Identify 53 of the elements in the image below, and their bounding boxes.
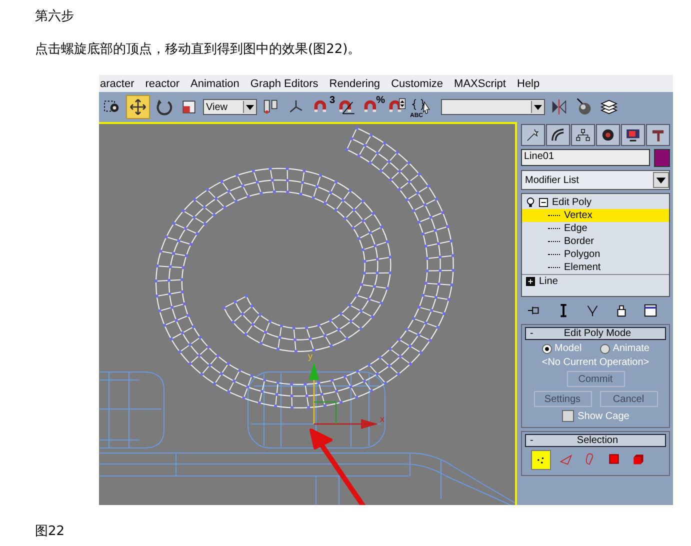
object-color-swatch[interactable] bbox=[654, 149, 670, 167]
menu-item[interactable]: MAXScript bbox=[454, 78, 506, 90]
stack-subobject-item[interactable]: Polygon bbox=[522, 248, 669, 261]
stack-subobject-item[interactable]: Edge bbox=[522, 222, 669, 235]
stack-subobject-item[interactable]: Vertex bbox=[522, 209, 669, 222]
polygon-icon bbox=[607, 452, 621, 466]
curve-icon bbox=[550, 127, 566, 143]
wand-icon bbox=[525, 127, 541, 143]
move-tool-button[interactable] bbox=[126, 95, 150, 119]
monitor-icon bbox=[625, 127, 641, 143]
rollout-header[interactable]: - Selection bbox=[525, 434, 666, 447]
toolbar-dropdown[interactable]: View bbox=[203, 99, 257, 115]
stack-item[interactable]: Line bbox=[522, 274, 669, 288]
figure-caption: 图22 bbox=[35, 523, 65, 540]
menu-item[interactable]: Animation bbox=[190, 78, 240, 90]
panel-tab[interactable] bbox=[621, 124, 645, 146]
caret-icon bbox=[531, 101, 544, 113]
named-set-icon bbox=[411, 97, 431, 117]
hammer-icon bbox=[650, 127, 666, 143]
edge-icon bbox=[559, 452, 573, 466]
panel-tab[interactable] bbox=[646, 124, 670, 146]
layers-icon bbox=[599, 97, 619, 117]
panel-tab[interactable] bbox=[521, 124, 545, 146]
object-name-field[interactable]: Line01 bbox=[521, 149, 650, 166]
expand-toggle-icon[interactable] bbox=[539, 198, 548, 207]
stack-subobject-item[interactable]: Element bbox=[522, 261, 669, 274]
move-icon bbox=[128, 97, 148, 117]
stack-subobject-item[interactable]: Border bbox=[522, 235, 669, 248]
vertex-mode-button[interactable] bbox=[531, 450, 551, 470]
step-heading: 第六步 bbox=[35, 8, 74, 25]
instruction-text: 点击螺旋底部的顶点，移动直到得到图中的效果(图22)。 bbox=[35, 41, 361, 58]
menu-item[interactable]: Graph Editors bbox=[250, 78, 318, 90]
stack-item[interactable]: Edit Poly bbox=[522, 196, 669, 209]
panel-tab[interactable] bbox=[596, 124, 620, 146]
rollout-header[interactable]: - Edit Poly Mode bbox=[525, 327, 666, 340]
disc-icon bbox=[600, 127, 616, 143]
toolbar-dropdown[interactable] bbox=[441, 99, 545, 115]
lightbulb-icon bbox=[526, 197, 535, 208]
operation-status: <No Current Operation> bbox=[542, 357, 650, 368]
caret-icon bbox=[243, 101, 256, 113]
element-icon bbox=[631, 452, 645, 466]
hierarchy-icon bbox=[575, 127, 591, 143]
expand-toggle-icon[interactable] bbox=[526, 277, 535, 286]
caret-icon bbox=[653, 172, 669, 188]
menu-item[interactable]: Help bbox=[517, 78, 540, 90]
menu-item[interactable]: Customize bbox=[391, 78, 444, 90]
rotate-icon bbox=[154, 97, 174, 117]
menu-item[interactable]: aracter bbox=[100, 78, 134, 90]
panel-tab[interactable] bbox=[571, 124, 595, 146]
menu-item[interactable]: reactor bbox=[145, 78, 180, 90]
modifier-list-dropdown[interactable]: Modifier List bbox=[521, 170, 670, 190]
menu-item[interactable]: Rendering bbox=[329, 78, 380, 90]
panel-tab[interactable] bbox=[546, 124, 570, 146]
